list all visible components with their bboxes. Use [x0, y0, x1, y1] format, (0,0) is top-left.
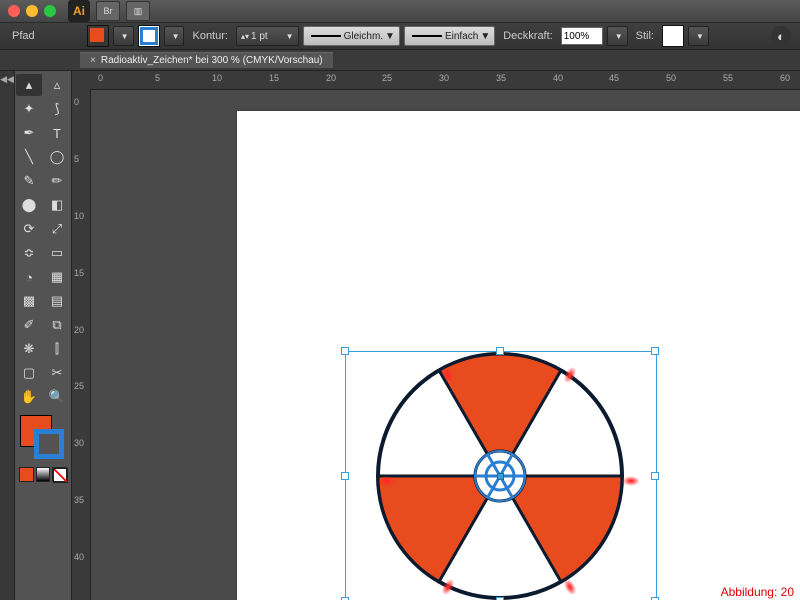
figure-caption: Abbildung: 20 — [721, 585, 794, 599]
control-bar: Pfad ▼ ▼ Kontur: ▴▾1 pt▼ Gleichm.▼ Einfa… — [0, 23, 800, 50]
stroke-indicator[interactable] — [34, 429, 64, 459]
mesh-tool[interactable]: ▩ — [16, 290, 42, 312]
selection-handle[interactable] — [341, 347, 349, 355]
hand-tool[interactable]: ✋ — [16, 386, 42, 408]
color-mode-row — [19, 467, 67, 482]
stroke-weight-input[interactable]: ▴▾1 pt▼ — [236, 26, 299, 46]
opacity-label: Deckkraft: — [503, 30, 553, 42]
symbol-sprayer-tool[interactable]: ❋ — [16, 338, 42, 360]
blob-brush-tool[interactable]: ⬤ — [16, 194, 42, 216]
ellipse-tool[interactable]: ◯ — [44, 146, 70, 168]
gradient-tool[interactable]: ▤ — [44, 290, 70, 312]
document-tab-title: Radioaktiv_Zeichen* bei 300 % (CMYK/Vors… — [101, 55, 323, 66]
color-mode-solid[interactable] — [19, 467, 34, 482]
app-logo: Ai — [68, 0, 90, 22]
panel-menu-button[interactable]: ◐ — [771, 26, 791, 46]
rotate-tool[interactable]: ⟳ — [16, 218, 42, 240]
width-tool[interactable]: ≎ — [16, 242, 42, 264]
window-zoom-button[interactable] — [44, 5, 56, 17]
canvas-area[interactable]: 0 5 10 15 20 25 30 35 40 45 50 55 60 0 5… — [72, 71, 800, 600]
ruler-horizontal[interactable]: 0 5 10 15 20 25 30 35 40 45 50 55 60 — [90, 71, 800, 90]
selection-handle[interactable] — [651, 347, 659, 355]
stroke-swatch[interactable] — [138, 25, 160, 47]
selection-handle[interactable] — [341, 472, 349, 480]
scale-tool[interactable]: ⤢ — [44, 218, 70, 240]
eyedropper-tool[interactable]: ✐ — [16, 314, 42, 336]
zoom-tool[interactable]: 🔍 — [44, 386, 70, 408]
graphic-style-swatch[interactable] — [662, 25, 684, 47]
line-tool[interactable]: ╲ — [16, 146, 42, 168]
selection-handle[interactable] — [651, 472, 659, 480]
edge-highlight — [622, 476, 640, 486]
column-graph-tool[interactable]: ⫿ — [44, 338, 70, 360]
graphic-style-dropdown[interactable]: ▼ — [688, 26, 709, 46]
lasso-tool[interactable]: ⟆ — [44, 98, 70, 120]
collapse-panel-button[interactable]: ◀◀ — [0, 71, 15, 600]
document-tab[interactable]: × Radioaktiv_Zeichen* bei 300 % (CMYK/Vo… — [80, 52, 333, 68]
direct-selection-tool[interactable]: ▵ — [44, 74, 70, 96]
eraser-tool[interactable]: ◧ — [44, 194, 70, 216]
edge-highlight — [378, 476, 396, 486]
window-minimize-button[interactable] — [26, 5, 38, 17]
center-anchor[interactable] — [497, 473, 504, 480]
profile-dropdown[interactable]: Einfach▼ — [404, 26, 495, 46]
fill-dropdown[interactable]: ▼ — [113, 26, 134, 46]
document-tab-bar: × Radioaktiv_Zeichen* bei 300 % (CMYK/Vo… — [0, 50, 800, 71]
main-area: ◀◀ ▴▵ ✦⟆ ✒T ╲◯ ✎✏ ⬤◧ ⟳⤢ ≎▭ ◔▦ ▩▤ ✐⧉ ❋⫿ ▢… — [0, 71, 800, 600]
opacity-input[interactable] — [561, 27, 603, 45]
brush-definition-dropdown[interactable]: Gleichm.▼ — [303, 26, 400, 46]
artboard-tool[interactable]: ▢ — [16, 362, 42, 384]
title-bar: Ai Br ▥ — [0, 0, 800, 23]
pencil-tool[interactable]: ✏ — [44, 170, 70, 192]
style-label: Stil: — [636, 30, 654, 42]
ruler-vertical[interactable]: 0 5 10 15 20 25 30 35 40 — [72, 89, 91, 600]
tools-panel: ▴▵ ✦⟆ ✒T ╲◯ ✎✏ ⬤◧ ⟳⤢ ≎▭ ◔▦ ▩▤ ✐⧉ ❋⫿ ▢✂ ✋… — [15, 71, 72, 600]
arrange-documents-button[interactable]: ▥ — [126, 1, 150, 21]
ruler-origin[interactable] — [72, 71, 91, 90]
fill-stroke-indicator[interactable] — [18, 413, 68, 463]
stroke-label: Kontur: — [192, 30, 227, 42]
fill-swatch[interactable] — [87, 25, 109, 47]
artboard[interactable]: Abbildung: 20 — [237, 111, 800, 600]
color-mode-gradient[interactable] — [36, 467, 51, 482]
slice-tool[interactable]: ✂ — [44, 362, 70, 384]
selection-tool[interactable]: ▴ — [16, 74, 42, 96]
blend-tool[interactable]: ⧉ — [44, 314, 70, 336]
close-tab-icon[interactable]: × — [90, 55, 96, 66]
pen-tool[interactable]: ✒ — [16, 122, 42, 144]
paintbrush-tool[interactable]: ✎ — [16, 170, 42, 192]
selection-handle[interactable] — [496, 347, 504, 355]
free-transform-tool[interactable]: ▭ — [44, 242, 70, 264]
color-mode-none[interactable] — [52, 467, 67, 482]
bridge-button[interactable]: Br — [96, 1, 120, 21]
type-tool[interactable]: T — [44, 122, 70, 144]
stroke-dropdown[interactable]: ▼ — [164, 26, 185, 46]
selection-type-label: Pfad — [12, 30, 35, 42]
shape-builder-tool[interactable]: ◔ — [16, 266, 42, 288]
opacity-dropdown[interactable]: ▼ — [607, 26, 628, 46]
perspective-grid-tool[interactable]: ▦ — [44, 266, 70, 288]
magic-wand-tool[interactable]: ✦ — [16, 98, 42, 120]
window-close-button[interactable] — [8, 5, 20, 17]
